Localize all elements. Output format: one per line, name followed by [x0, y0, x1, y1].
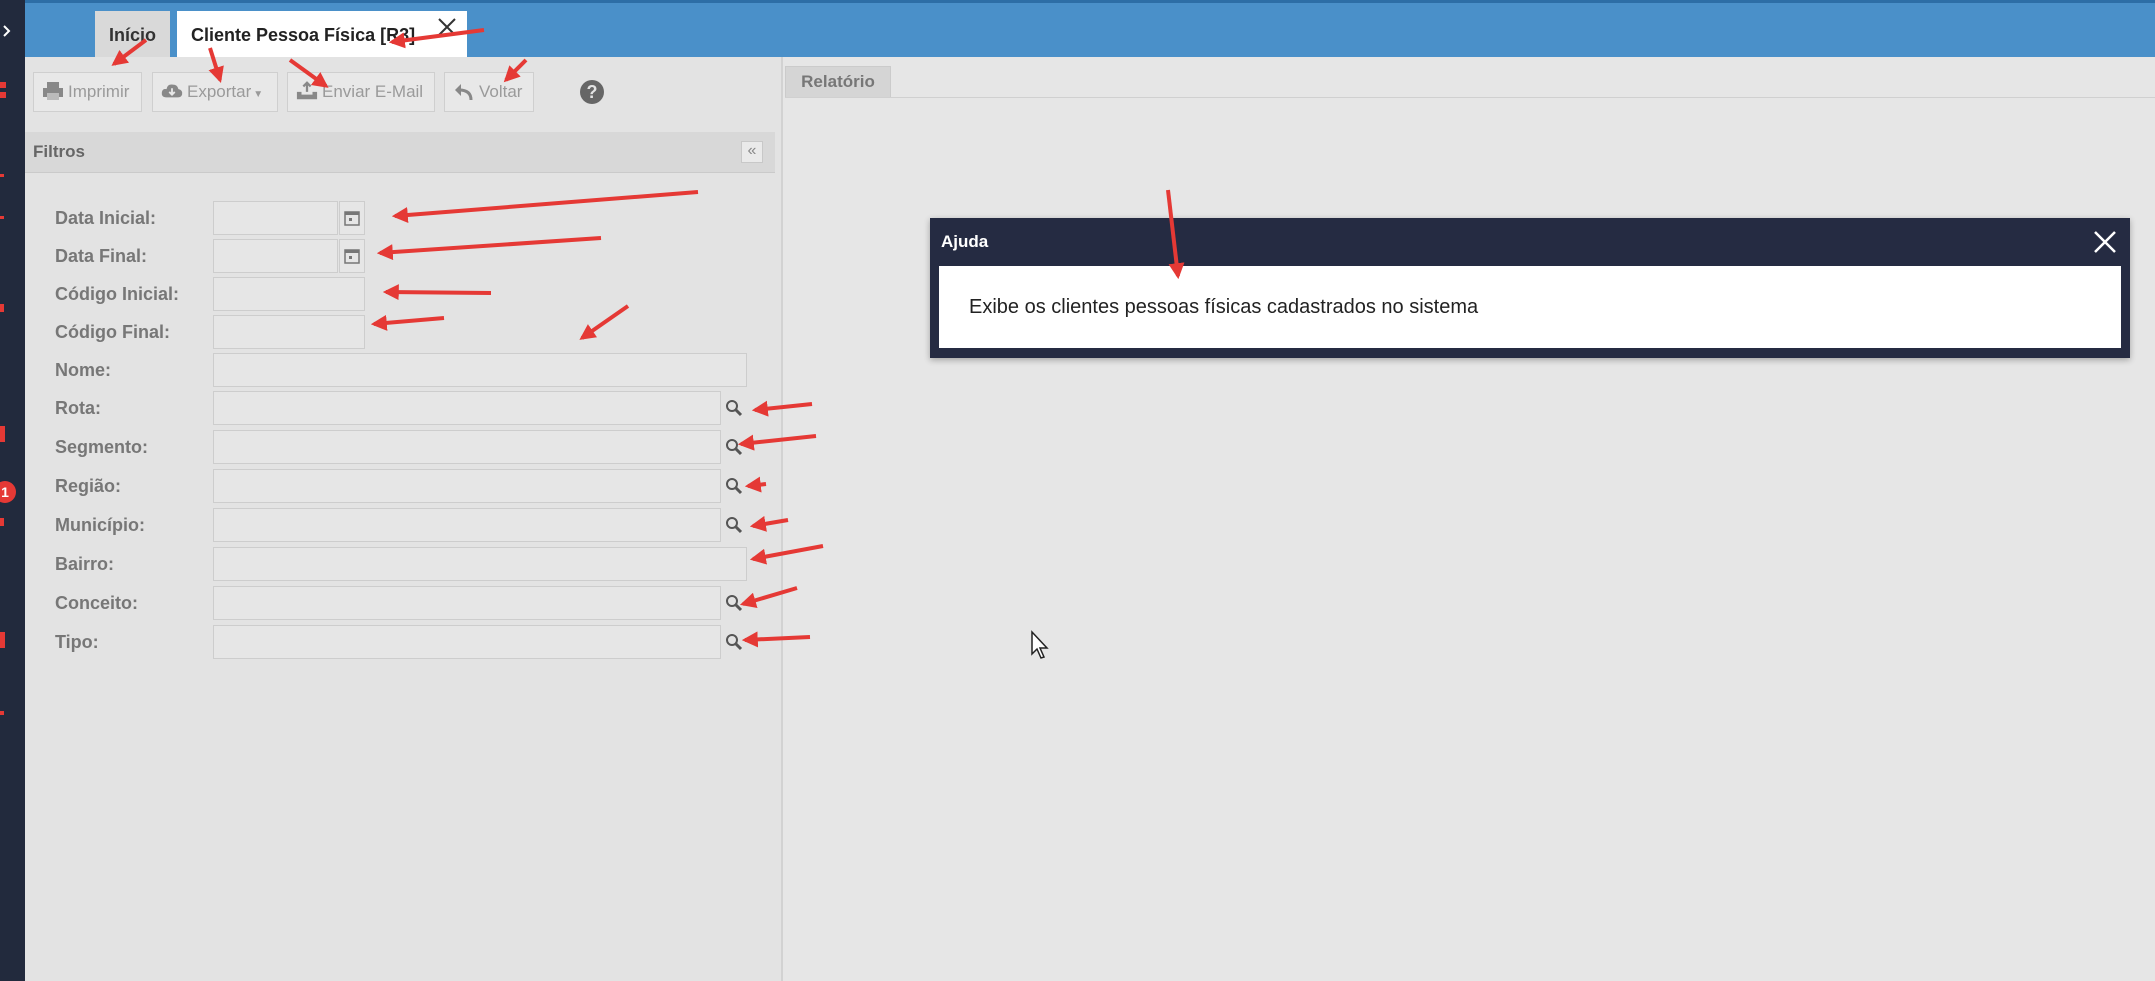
close-tab-icon[interactable] — [433, 13, 461, 41]
filter-row-nome: Nome: — [25, 353, 775, 387]
printer-icon — [43, 81, 63, 100]
segmento-input[interactable] — [213, 430, 721, 464]
imprimir-label: Imprimir — [68, 82, 130, 101]
codigo-final-label: Código Final: — [55, 322, 170, 342]
segmento-search-button[interactable] — [721, 430, 747, 464]
regiao-label: Região: — [55, 476, 122, 496]
tab-inicio[interactable]: Início — [95, 11, 171, 60]
rota-input[interactable] — [213, 391, 721, 425]
filtros-title: Filtros — [33, 142, 85, 161]
filter-row-data-final: Data Final: — [25, 239, 775, 273]
data-inicial-input[interactable] — [213, 201, 338, 235]
bairro-label: Bairro: — [55, 554, 115, 574]
collapse-panel-icon[interactable]: « — [741, 141, 763, 163]
notification-badge[interactable]: 1 — [0, 481, 16, 503]
undo-arrow-icon — [455, 83, 473, 100]
conceito-input[interactable] — [213, 586, 721, 620]
municipio-input[interactable] — [213, 508, 721, 542]
municipio-search-button[interactable] — [721, 508, 747, 542]
filter-row-regiao: Região: — [25, 469, 775, 503]
cloud-download-icon — [161, 83, 183, 97]
report-tab-divider — [785, 97, 2155, 98]
search-icon — [726, 400, 743, 417]
sidebar-mark-icon[interactable] — [0, 705, 25, 723]
sidebar-mark-icon[interactable] — [0, 424, 25, 442]
filters-pane: Imprimir Exportar ▼ Enviar E-Mail Voltar … — [25, 57, 783, 981]
sidebar-mark-icon[interactable] — [0, 630, 25, 648]
exportar-label: Exportar — [187, 82, 252, 101]
data-final-input[interactable] — [213, 239, 338, 273]
filter-row-codigo-final: Código Final: — [25, 315, 775, 349]
help-dialog: Ajuda Exibe os clientes pessoas físicas … — [930, 218, 2130, 358]
municipio-label: Município: — [55, 515, 145, 535]
filter-row-data-inicial: Data Inicial: — [25, 201, 775, 235]
upload-tray-icon — [296, 80, 318, 99]
tab-label: Cliente Pessoa Física [R3] — [191, 25, 416, 45]
data-inicial-label: Data Inicial: — [55, 208, 157, 228]
sidebar-mark-icon[interactable] — [0, 168, 25, 186]
regiao-input[interactable] — [213, 469, 721, 503]
nome-label: Nome: — [55, 360, 112, 380]
voltar-button[interactable]: Voltar — [444, 72, 534, 112]
codigo-inicial-input[interactable] — [213, 277, 365, 311]
filter-row-bairro: Bairro: — [25, 547, 775, 581]
tipo-input[interactable] — [213, 625, 721, 659]
filter-row-rota: Rota: — [25, 391, 775, 425]
search-icon — [726, 634, 743, 651]
rota-label: Rota: — [55, 398, 101, 418]
conceito-label: Conceito: — [55, 593, 138, 613]
codigo-inicial-label: Código Inicial: — [55, 284, 179, 304]
tab-cliente-pessoa-fisica[interactable]: Cliente Pessoa Física [R3] — [177, 11, 468, 60]
filter-row-codigo-inicial: Código Inicial: — [25, 277, 775, 311]
help-dialog-title: Ajuda — [941, 232, 989, 251]
calendar-icon — [344, 249, 360, 264]
tab-label: Início — [109, 25, 157, 45]
enviar-email-label: Enviar E-Mail — [322, 82, 424, 101]
search-icon — [726, 595, 743, 612]
data-final-label: Data Final: — [55, 246, 148, 266]
conceito-search-button[interactable] — [721, 586, 747, 620]
dropdown-caret-icon: ▼ — [253, 89, 264, 100]
mouse-cursor-icon — [1031, 630, 1049, 659]
menu-icon[interactable] — [0, 22, 25, 40]
imprimir-button[interactable]: Imprimir — [33, 72, 142, 112]
filtros-panel-header: Filtros « — [25, 132, 775, 173]
filter-row-tipo: Tipo: — [25, 625, 775, 659]
help-dialog-body: Exibe os clientes pessoas físicas cadast… — [939, 266, 2121, 348]
calendar-icon — [344, 211, 360, 226]
left-sidebar: 1 — [0, 0, 25, 981]
help-icon[interactable]: ? — [580, 80, 604, 104]
regiao-search-button[interactable] — [721, 469, 747, 503]
search-icon — [726, 478, 743, 495]
tipo-label: Tipo: — [55, 632, 99, 652]
report-pane: Relatório — [785, 57, 2155, 981]
exportar-button[interactable]: Exportar ▼ — [152, 72, 278, 112]
help-dialog-text: Exibe os clientes pessoas físicas cadast… — [969, 296, 1479, 318]
codigo-final-input[interactable] — [213, 315, 365, 349]
sidebar-mark-icon[interactable] — [0, 514, 25, 532]
sidebar-mark-icon[interactable] — [0, 210, 25, 228]
bairro-input[interactable] — [213, 547, 747, 581]
filter-row-municipio: Município: — [25, 508, 775, 542]
rota-search-button[interactable] — [721, 391, 747, 425]
tab-relatorio[interactable]: Relatório — [785, 66, 891, 98]
voltar-label: Voltar — [479, 82, 523, 101]
tipo-search-button[interactable] — [721, 625, 747, 659]
top-tab-bar: Início Cliente Pessoa Física [R3] — [25, 0, 2155, 60]
grid-icon[interactable] — [0, 80, 25, 98]
filter-row-segmento: Segmento: — [25, 430, 775, 464]
data-inicial-calendar-button[interactable] — [339, 201, 365, 235]
enviar-email-button[interactable]: Enviar E-Mail — [287, 72, 435, 112]
search-icon — [726, 517, 743, 534]
close-icon[interactable] — [2090, 227, 2120, 257]
segmento-label: Segmento: — [55, 437, 149, 457]
search-icon — [726, 439, 743, 456]
nome-input[interactable] — [213, 353, 747, 387]
data-final-calendar-button[interactable] — [339, 239, 365, 273]
sidebar-mark-icon[interactable] — [0, 300, 25, 318]
filter-row-conceito: Conceito: — [25, 586, 775, 620]
